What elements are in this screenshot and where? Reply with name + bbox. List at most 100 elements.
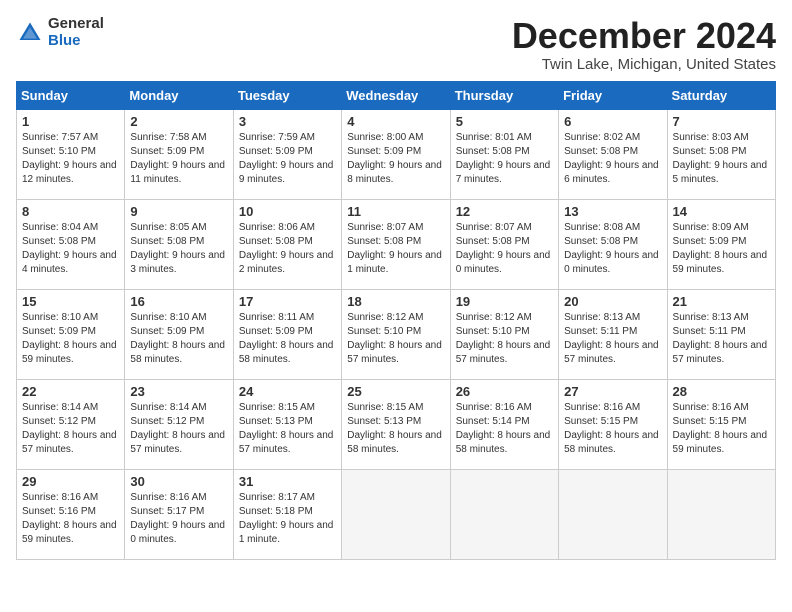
day-info: Sunrise: 8:00 AMSunset: 5:09 PMDaylight:… bbox=[347, 132, 442, 185]
calendar-cell: 13 Sunrise: 8:08 AMSunset: 5:08 PMDaylig… bbox=[559, 199, 667, 289]
day-info: Sunrise: 8:14 AMSunset: 5:12 PMDaylight:… bbox=[130, 402, 225, 455]
calendar-cell: 5 Sunrise: 8:01 AMSunset: 5:08 PMDayligh… bbox=[450, 109, 558, 199]
day-number: 20 bbox=[564, 294, 661, 309]
weekday-header-tuesday: Tuesday bbox=[233, 81, 341, 109]
calendar-cell: 30 Sunrise: 8:16 AMSunset: 5:17 PMDaylig… bbox=[125, 469, 233, 559]
logo-text: General Blue bbox=[48, 16, 104, 49]
title-block: December 2024 Twin Lake, Michigan, Unite… bbox=[512, 16, 776, 73]
day-info: Sunrise: 8:16 AMSunset: 5:15 PMDaylight:… bbox=[564, 402, 659, 455]
day-number: 11 bbox=[347, 204, 444, 219]
day-info: Sunrise: 8:09 AMSunset: 5:09 PMDaylight:… bbox=[673, 222, 768, 275]
day-number: 17 bbox=[239, 294, 336, 309]
calendar-cell: 16 Sunrise: 8:10 AMSunset: 5:09 PMDaylig… bbox=[125, 289, 233, 379]
calendar-cell: 2 Sunrise: 7:58 AMSunset: 5:09 PMDayligh… bbox=[125, 109, 233, 199]
day-info: Sunrise: 8:01 AMSunset: 5:08 PMDaylight:… bbox=[456, 132, 551, 185]
header: General Blue December 2024 Twin Lake, Mi… bbox=[16, 16, 776, 73]
day-number: 2 bbox=[130, 114, 227, 129]
calendar-cell: 31 Sunrise: 8:17 AMSunset: 5:18 PMDaylig… bbox=[233, 469, 341, 559]
day-info: Sunrise: 8:06 AMSunset: 5:08 PMDaylight:… bbox=[239, 222, 334, 275]
day-info: Sunrise: 8:05 AMSunset: 5:08 PMDaylight:… bbox=[130, 222, 225, 275]
day-info: Sunrise: 8:15 AMSunset: 5:13 PMDaylight:… bbox=[347, 402, 442, 455]
calendar-cell: 9 Sunrise: 8:05 AMSunset: 5:08 PMDayligh… bbox=[125, 199, 233, 289]
day-number: 7 bbox=[673, 114, 770, 129]
calendar-subtitle: Twin Lake, Michigan, United States bbox=[512, 56, 776, 73]
week-row-4: 22 Sunrise: 8:14 AMSunset: 5:12 PMDaylig… bbox=[17, 379, 776, 469]
calendar-cell: 19 Sunrise: 8:12 AMSunset: 5:10 PMDaylig… bbox=[450, 289, 558, 379]
day-info: Sunrise: 8:12 AMSunset: 5:10 PMDaylight:… bbox=[347, 312, 442, 365]
day-number: 25 bbox=[347, 384, 444, 399]
day-info: Sunrise: 8:15 AMSunset: 5:13 PMDaylight:… bbox=[239, 402, 334, 455]
day-info: Sunrise: 7:58 AMSunset: 5:09 PMDaylight:… bbox=[130, 132, 225, 185]
day-info: Sunrise: 8:03 AMSunset: 5:08 PMDaylight:… bbox=[673, 132, 768, 185]
calendar-cell: 20 Sunrise: 8:13 AMSunset: 5:11 PMDaylig… bbox=[559, 289, 667, 379]
day-info: Sunrise: 8:10 AMSunset: 5:09 PMDaylight:… bbox=[130, 312, 225, 365]
logo-general-text: General bbox=[48, 16, 104, 33]
week-row-1: 1 Sunrise: 7:57 AMSunset: 5:10 PMDayligh… bbox=[17, 109, 776, 199]
week-row-2: 8 Sunrise: 8:04 AMSunset: 5:08 PMDayligh… bbox=[17, 199, 776, 289]
day-info: Sunrise: 8:04 AMSunset: 5:08 PMDaylight:… bbox=[22, 222, 117, 275]
calendar-cell: 27 Sunrise: 8:16 AMSunset: 5:15 PMDaylig… bbox=[559, 379, 667, 469]
day-number: 21 bbox=[673, 294, 770, 309]
calendar-cell: 28 Sunrise: 8:16 AMSunset: 5:15 PMDaylig… bbox=[667, 379, 775, 469]
day-info: Sunrise: 8:11 AMSunset: 5:09 PMDaylight:… bbox=[239, 312, 334, 365]
day-number: 24 bbox=[239, 384, 336, 399]
day-info: Sunrise: 8:07 AMSunset: 5:08 PMDaylight:… bbox=[347, 222, 442, 275]
day-number: 15 bbox=[22, 294, 119, 309]
calendar-cell: 11 Sunrise: 8:07 AMSunset: 5:08 PMDaylig… bbox=[342, 199, 450, 289]
calendar-cell: 6 Sunrise: 8:02 AMSunset: 5:08 PMDayligh… bbox=[559, 109, 667, 199]
day-info: Sunrise: 8:10 AMSunset: 5:09 PMDaylight:… bbox=[22, 312, 117, 365]
logo-blue-text: Blue bbox=[48, 33, 104, 50]
day-number: 27 bbox=[564, 384, 661, 399]
day-number: 8 bbox=[22, 204, 119, 219]
calendar-cell bbox=[450, 469, 558, 559]
calendar-cell: 14 Sunrise: 8:09 AMSunset: 5:09 PMDaylig… bbox=[667, 199, 775, 289]
day-info: Sunrise: 8:13 AMSunset: 5:11 PMDaylight:… bbox=[673, 312, 768, 365]
calendar-cell: 18 Sunrise: 8:12 AMSunset: 5:10 PMDaylig… bbox=[342, 289, 450, 379]
week-row-3: 15 Sunrise: 8:10 AMSunset: 5:09 PMDaylig… bbox=[17, 289, 776, 379]
day-info: Sunrise: 8:16 AMSunset: 5:17 PMDaylight:… bbox=[130, 492, 225, 545]
calendar-cell: 24 Sunrise: 8:15 AMSunset: 5:13 PMDaylig… bbox=[233, 379, 341, 469]
day-number: 23 bbox=[130, 384, 227, 399]
calendar-cell: 29 Sunrise: 8:16 AMSunset: 5:16 PMDaylig… bbox=[17, 469, 125, 559]
calendar-cell: 15 Sunrise: 8:10 AMSunset: 5:09 PMDaylig… bbox=[17, 289, 125, 379]
day-number: 16 bbox=[130, 294, 227, 309]
calendar-cell: 12 Sunrise: 8:07 AMSunset: 5:08 PMDaylig… bbox=[450, 199, 558, 289]
day-number: 4 bbox=[347, 114, 444, 129]
weekday-header-monday: Monday bbox=[125, 81, 233, 109]
day-info: Sunrise: 8:02 AMSunset: 5:08 PMDaylight:… bbox=[564, 132, 659, 185]
calendar-cell: 3 Sunrise: 7:59 AMSunset: 5:09 PMDayligh… bbox=[233, 109, 341, 199]
weekday-header-row: SundayMondayTuesdayWednesdayThursdayFrid… bbox=[17, 81, 776, 109]
day-number: 9 bbox=[130, 204, 227, 219]
day-info: Sunrise: 8:16 AMSunset: 5:14 PMDaylight:… bbox=[456, 402, 551, 455]
day-number: 6 bbox=[564, 114, 661, 129]
day-number: 5 bbox=[456, 114, 553, 129]
weekday-header-wednesday: Wednesday bbox=[342, 81, 450, 109]
day-number: 3 bbox=[239, 114, 336, 129]
calendar-cell: 8 Sunrise: 8:04 AMSunset: 5:08 PMDayligh… bbox=[17, 199, 125, 289]
day-number: 19 bbox=[456, 294, 553, 309]
day-info: Sunrise: 7:59 AMSunset: 5:09 PMDaylight:… bbox=[239, 132, 334, 185]
calendar-cell: 1 Sunrise: 7:57 AMSunset: 5:10 PMDayligh… bbox=[17, 109, 125, 199]
calendar-cell: 26 Sunrise: 8:16 AMSunset: 5:14 PMDaylig… bbox=[450, 379, 558, 469]
day-info: Sunrise: 7:57 AMSunset: 5:10 PMDaylight:… bbox=[22, 132, 117, 185]
week-row-5: 29 Sunrise: 8:16 AMSunset: 5:16 PMDaylig… bbox=[17, 469, 776, 559]
calendar-cell bbox=[667, 469, 775, 559]
day-number: 29 bbox=[22, 474, 119, 489]
weekday-header-friday: Friday bbox=[559, 81, 667, 109]
day-number: 31 bbox=[239, 474, 336, 489]
day-number: 28 bbox=[673, 384, 770, 399]
calendar-cell: 22 Sunrise: 8:14 AMSunset: 5:12 PMDaylig… bbox=[17, 379, 125, 469]
calendar-cell: 23 Sunrise: 8:14 AMSunset: 5:12 PMDaylig… bbox=[125, 379, 233, 469]
day-info: Sunrise: 8:13 AMSunset: 5:11 PMDaylight:… bbox=[564, 312, 659, 365]
weekday-header-saturday: Saturday bbox=[667, 81, 775, 109]
day-number: 13 bbox=[564, 204, 661, 219]
day-info: Sunrise: 8:16 AMSunset: 5:15 PMDaylight:… bbox=[673, 402, 768, 455]
weekday-header-sunday: Sunday bbox=[17, 81, 125, 109]
day-info: Sunrise: 8:17 AMSunset: 5:18 PMDaylight:… bbox=[239, 492, 334, 545]
calendar-table: SundayMondayTuesdayWednesdayThursdayFrid… bbox=[16, 81, 776, 560]
calendar-cell: 4 Sunrise: 8:00 AMSunset: 5:09 PMDayligh… bbox=[342, 109, 450, 199]
day-info: Sunrise: 8:16 AMSunset: 5:16 PMDaylight:… bbox=[22, 492, 117, 545]
day-number: 12 bbox=[456, 204, 553, 219]
calendar-cell bbox=[342, 469, 450, 559]
day-number: 14 bbox=[673, 204, 770, 219]
